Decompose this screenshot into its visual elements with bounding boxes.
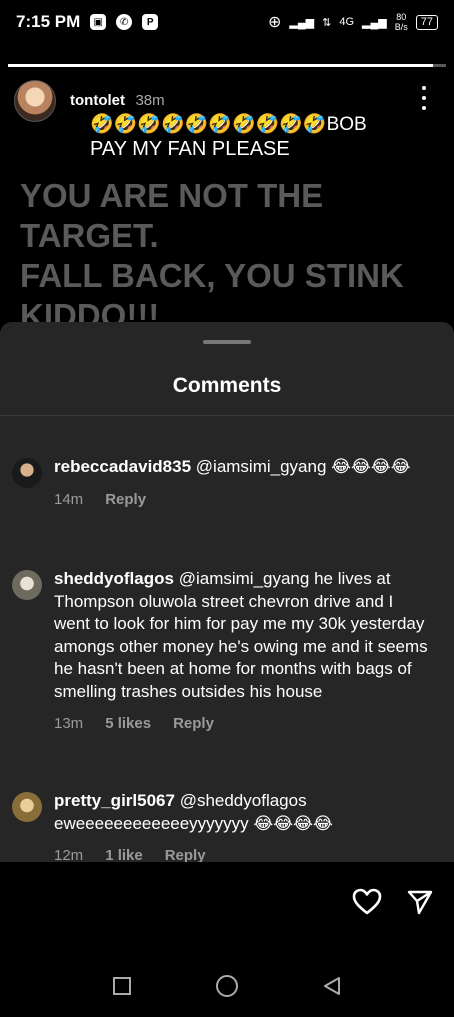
comment-text: @iamsimi_gyang he lives at Thompson oluw… [54, 569, 428, 701]
speed-unit: B/s [394, 22, 408, 32]
avatar[interactable] [12, 458, 42, 488]
gallery-notification-icon: ▣ [90, 14, 107, 30]
add-circle-icon: ⊕ [267, 14, 282, 31]
back-button[interactable] [321, 975, 343, 1002]
sheet-title: Comments [172, 374, 282, 397]
comment-time: 12m [54, 847, 84, 862]
send-icon[interactable] [406, 888, 434, 921]
sheet-divider [0, 415, 454, 416]
reply-button[interactable]: Reply [165, 845, 206, 862]
comment-item: sheddyoflagos @iamsimi_gyang he lives at… [12, 568, 432, 736]
reply-button[interactable]: Reply [173, 713, 214, 736]
sheet-drag-handle[interactable] [203, 340, 251, 344]
comment-meta: 14m Reply [54, 489, 432, 512]
comments-sheet: Comments rebeccadavid835 @iamsimi_gyang … [0, 322, 454, 862]
speed-value: 80 [396, 12, 407, 22]
story-time: 38m [135, 92, 165, 109]
comment-time: 13m [54, 715, 84, 732]
data-arrows-icon: ⇅ [322, 16, 332, 29]
signal-icon-2: ▂▄▆ [362, 16, 387, 29]
story-caption-line1: 🤣🤣🤣🤣🤣🤣🤣🤣🤣🤣BOB [90, 114, 367, 135]
more-vertical-icon[interactable] [412, 86, 436, 110]
avatar[interactable] [12, 792, 42, 822]
reply-button[interactable]: Reply [105, 489, 146, 512]
status-time: 7:15 PM [16, 12, 81, 31]
comment-meta: 12m 1 like Reply [54, 845, 432, 862]
comment-meta: 13m 5 likes Reply [54, 713, 432, 736]
likes-count[interactable]: 1 like [105, 845, 143, 862]
more-dot [422, 86, 426, 90]
more-dot [422, 106, 426, 110]
comment-text: @iamsimi_gyang 😂😂😂😂 [195, 457, 411, 476]
android-nav-bar [0, 968, 454, 1008]
app-notification-icon: P [142, 14, 159, 30]
comment-item: pretty_girl5067 @sheddyoflagos eweeeeeee… [12, 790, 432, 862]
whatsapp-icon: ✆ [116, 14, 133, 30]
status-right: ⊕ ▂▄▆ ⇅ 4G ▂▄▆ 80 B/s 77 [268, 12, 438, 32]
avatar[interactable] [14, 80, 56, 122]
comment-body: pretty_girl5067 @sheddyoflagos eweeeeeee… [54, 790, 432, 862]
comment-username[interactable]: sheddyoflagos [54, 569, 174, 588]
battery-icon: 77 [415, 14, 438, 30]
speed-indicator: 80 B/s [395, 12, 408, 32]
comment-body: rebeccadavid835 @iamsimi_gyang 😂😂😂😂 14m … [54, 456, 432, 511]
story-big-text: YOU ARE NOT THE TARGET. FALL BACK, YOU S… [20, 177, 404, 326]
more-dot [422, 96, 426, 100]
comment-time: 14m [54, 490, 84, 508]
comment-username[interactable]: rebeccadavid835 [54, 457, 191, 476]
story-progress-bar [8, 64, 446, 67]
comment-username[interactable]: pretty_girl5067 [54, 791, 175, 810]
heart-icon[interactable] [352, 888, 382, 921]
network-type: 4G [339, 16, 355, 28]
status-left: 7:15 PM ▣ ✆ P [16, 12, 159, 32]
home-button[interactable] [215, 974, 239, 1003]
recents-button[interactable] [111, 975, 133, 1002]
story-actions [352, 888, 434, 921]
likes-count[interactable]: 5 likes [105, 713, 151, 736]
comment-item: rebeccadavid835 @iamsimi_gyang 😂😂😂😂 14m … [12, 456, 432, 511]
status-bar: 7:15 PM ▣ ✆ P ⊕ ▂▄▆ ⇅ 4G ▂▄▆ 80 B/s 77 [0, 0, 454, 44]
comment-body: sheddyoflagos @iamsimi_gyang he lives at… [54, 568, 432, 736]
story-caption-line2: PAY MY FAN PLEASE [90, 138, 290, 160]
story-user-line: tontolet 38m [70, 92, 165, 110]
story-progress-fill [8, 64, 433, 67]
avatar[interactable] [12, 570, 42, 600]
signal-icon: ▂▄▆ [289, 16, 315, 29]
story-username[interactable]: tontolet [70, 92, 125, 109]
